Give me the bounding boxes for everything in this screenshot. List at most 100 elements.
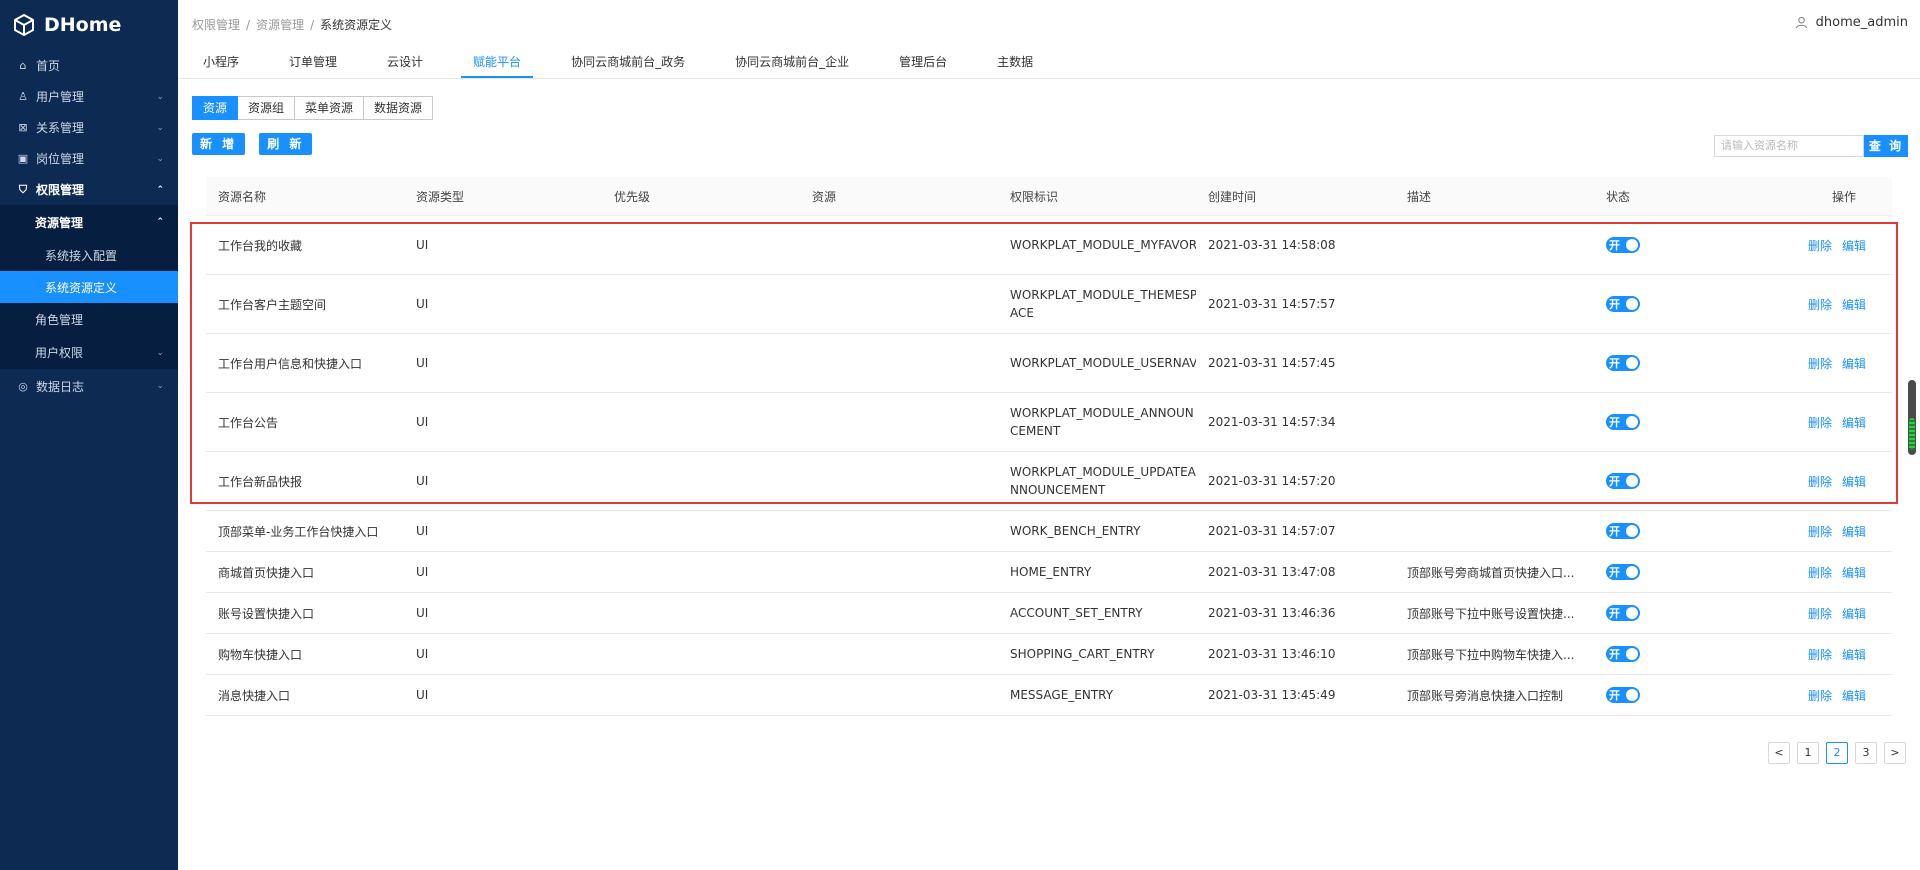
column-header: 权限标识 [1010, 189, 1059, 204]
segment-resource[interactable]: 资源 [192, 96, 239, 120]
status-toggle[interactable]: 开 [1606, 355, 1640, 371]
table-body: 工作台我的收藏 UI WORKPLAT_MODULE_MYFAVOR 2021-03-… [206, 216, 1892, 716]
sidebar-item-system-resource-definition[interactable]: 系统资源定义 [0, 271, 178, 303]
user-menu[interactable]: dhome_admin [1795, 15, 1908, 30]
tab-order-management[interactable]: 订单管理 [277, 48, 349, 78]
sidebar-item-relation-management[interactable]: ⊠ 关系管理 ⌄ [0, 112, 178, 143]
delete-link[interactable]: 删除 [1808, 473, 1832, 490]
delete-link[interactable]: 删除 [1808, 523, 1832, 540]
brand-logo[interactable]: DHome [0, 0, 178, 50]
status-toggle[interactable]: 开 [1606, 237, 1640, 253]
cell-resource-name: 工作台我的收藏 [206, 237, 404, 254]
page-scrollbar[interactable] [1908, 380, 1916, 455]
cell-actions: 删除 编辑 [1792, 237, 1892, 254]
toggle-knob [1626, 566, 1638, 578]
cell-status: 开 [1594, 296, 1792, 312]
breadcrumb-item[interactable]: 权限管理 [192, 18, 240, 32]
edit-link[interactable]: 编辑 [1842, 355, 1866, 372]
cell-created-time: 2021-03-31 13:46:36 [1196, 606, 1395, 620]
refresh-button[interactable]: 刷 新 [259, 133, 313, 155]
tab-enablement-platform[interactable]: 赋能平台 [461, 48, 534, 78]
permission-id: WORKPLAT_MODULE_MYFAVOR [1010, 238, 1196, 252]
edit-link[interactable]: 编辑 [1842, 296, 1866, 313]
cell-status: 开 [1594, 355, 1792, 371]
edit-link[interactable]: 编辑 [1842, 237, 1866, 254]
cell-resource-name: 工作台用户信息和快捷入口 [206, 355, 404, 372]
tab-mall-government[interactable]: 协同云商城前台_政务 [559, 48, 697, 78]
page-button[interactable]: 3 [1855, 742, 1877, 764]
status-toggle[interactable]: 开 [1606, 296, 1640, 312]
edit-link[interactable]: 编辑 [1842, 523, 1866, 540]
status-toggle[interactable]: 开 [1606, 523, 1640, 539]
search-button[interactable]: 查 询 [1864, 135, 1908, 157]
edit-link[interactable]: 编辑 [1842, 414, 1866, 431]
edit-link[interactable]: 编辑 [1842, 564, 1866, 581]
permission-id: ACCOUNT_SET_ENTRY [1010, 606, 1143, 620]
edit-link[interactable]: 编辑 [1842, 687, 1866, 704]
tab-mini-program[interactable]: 小程序 [191, 48, 251, 78]
status-toggle[interactable]: 开 [1606, 687, 1640, 703]
sidebar-item-user-permission[interactable]: 用户权限 ⌄ [0, 336, 178, 369]
scrollbar-grip[interactable] [1909, 418, 1915, 450]
status-toggle[interactable]: 开 [1606, 646, 1640, 662]
delete-link[interactable]: 删除 [1808, 687, 1832, 704]
cell-permission-id: WORKPLAT_MODULE_USERNAV [998, 354, 1196, 372]
delete-link[interactable]: 删除 [1808, 646, 1832, 663]
sidebar-item-system-access-config[interactable]: 系统接入配置 [0, 239, 178, 271]
sidebar-item-label: 资源管理 [35, 215, 84, 230]
data-log-icon: ◎ [18, 379, 28, 393]
delete-link[interactable]: 删除 [1808, 296, 1832, 313]
chevron-down-icon: ⌄ [156, 122, 164, 133]
toggle-knob [1626, 357, 1638, 369]
table-row: 商城首页快捷入口 UI HOME_ENTRY 2021-03-31 13:47:08 顶… [206, 552, 1892, 593]
edit-link[interactable]: 编辑 [1842, 646, 1866, 663]
sidebar-item-resource-management[interactable]: 资源管理 ⌃ [0, 205, 178, 239]
delete-link[interactable]: 删除 [1808, 414, 1832, 431]
chevron-up-icon: ⌃ [156, 184, 164, 195]
edit-link[interactable]: 编辑 [1842, 605, 1866, 622]
table-row: 工作台客户主题空间 UI WORKPLAT_MODULE_THEMESPACE 202… [206, 275, 1892, 334]
cell-resource-name: 工作台新品快报 [206, 473, 404, 490]
delete-link[interactable]: 删除 [1808, 355, 1832, 372]
status-toggle[interactable]: 开 [1606, 605, 1640, 621]
tab-mall-enterprise[interactable]: 协同云商城前台_企业 [723, 48, 861, 78]
sidebar-item-permission-management[interactable]: ⛉ 权限管理 ⌃ [0, 174, 178, 205]
page-button[interactable]: 1 [1797, 742, 1819, 764]
delete-link[interactable]: 删除 [1808, 564, 1832, 581]
sidebar-item-home[interactable]: ⌂ 首页 [0, 50, 178, 81]
tab-master-data[interactable]: 主数据 [985, 48, 1045, 78]
status-toggle[interactable]: 开 [1606, 564, 1640, 580]
cell-resource-name: 账号设置快捷入口 [206, 605, 404, 622]
sidebar-item-label: 用户管理 [36, 90, 85, 104]
segment-menu-resource[interactable]: 菜单资源 [295, 96, 365, 120]
edit-link[interactable]: 编辑 [1842, 473, 1866, 490]
add-button[interactable]: 新 增 [192, 133, 246, 155]
segment-resource-group[interactable]: 资源组 [238, 96, 296, 120]
description: 顶部账号旁消息快捷入口控制 [1407, 688, 1564, 703]
breadcrumb-item[interactable]: 资源管理 [256, 18, 304, 32]
prev-page-button[interactable]: < [1768, 742, 1790, 764]
sidebar-item-data-log[interactable]: ◎ 数据日志 ⌄ [0, 369, 178, 403]
chevron-down-icon: ⌄ [156, 153, 164, 164]
sidebar-item-position-management[interactable]: ▣ 岗位管理 ⌄ [0, 143, 178, 174]
status-toggle[interactable]: 开 [1606, 414, 1640, 430]
tab-admin-backend[interactable]: 管理后台 [887, 48, 959, 78]
resource-name: 购物车快捷入口 [218, 647, 303, 662]
cell-permission-id: WORKPLAT_MODULE_THEMESPACE [998, 286, 1196, 322]
tab-cloud-design[interactable]: 云设计 [375, 48, 435, 78]
resource-name-search-input[interactable] [1714, 135, 1864, 157]
status-toggle[interactable]: 开 [1606, 473, 1640, 489]
cell-resource-name: 工作台公告 [206, 414, 404, 431]
sidebar-item-user-management[interactable]: ♙ 用户管理 ⌄ [0, 81, 178, 112]
table-row: 工作台新品快报 UI WORKPLAT_MODULE_UPDATEANNOUNCEM… [206, 452, 1892, 511]
toggle-label: 开 [1609, 607, 1620, 620]
next-page-button[interactable]: > [1884, 742, 1906, 764]
sidebar-item-role-management[interactable]: 角色管理 [0, 303, 178, 336]
created-time: 2021-03-31 13:46:36 [1208, 606, 1336, 620]
cell-resource-name: 购物车快捷入口 [206, 646, 404, 663]
delete-link[interactable]: 删除 [1808, 605, 1832, 622]
segment-data-resource[interactable]: 数据资源 [364, 96, 434, 120]
table-row: 工作台我的收藏 UI WORKPLAT_MODULE_MYFAVOR 2021-03-… [206, 216, 1892, 275]
delete-link[interactable]: 删除 [1808, 237, 1832, 254]
page-button-current[interactable]: 2 [1826, 742, 1848, 764]
